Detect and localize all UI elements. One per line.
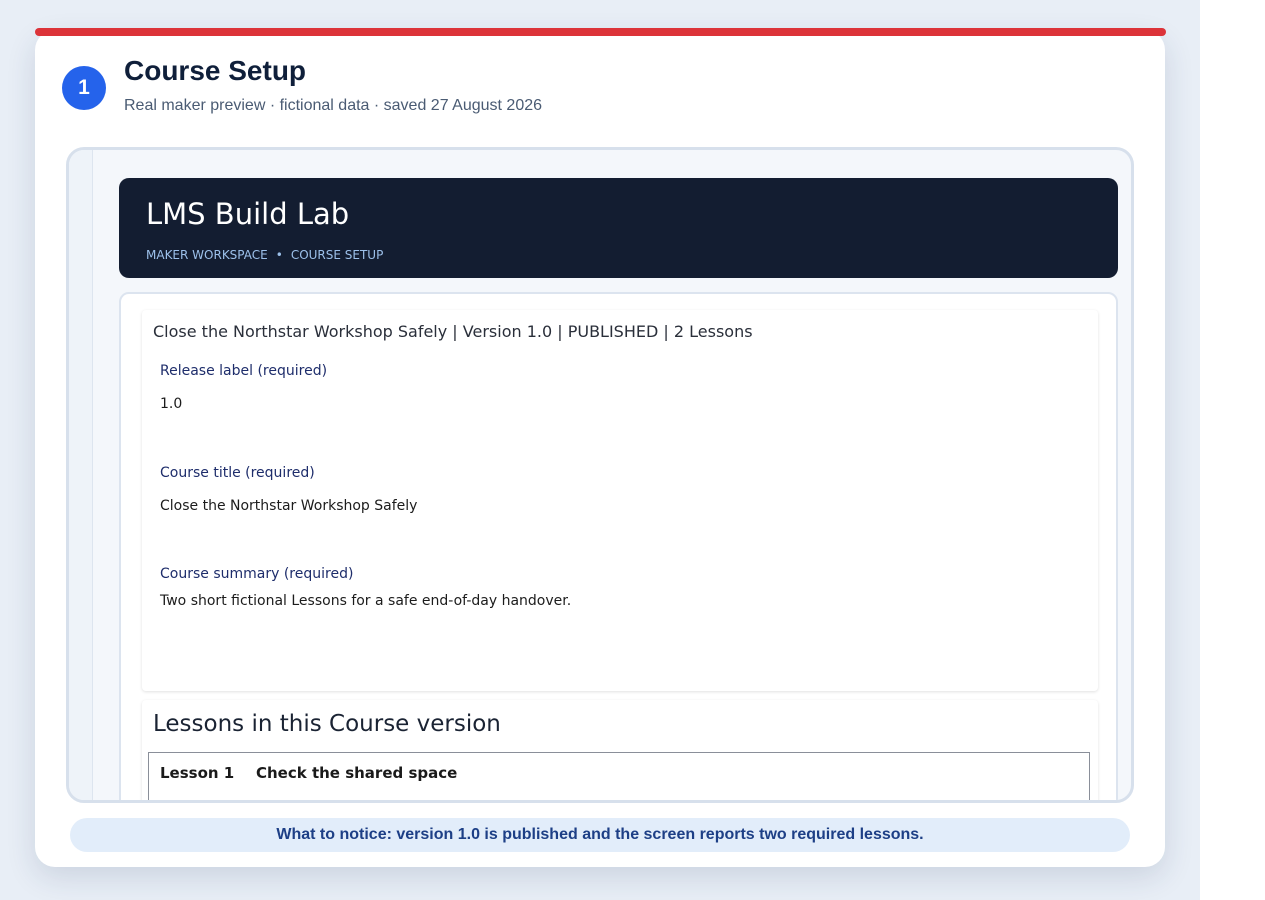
step-number-badge: 1 <box>62 66 106 110</box>
release-label-label: Release label (required) <box>160 363 328 379</box>
breadcrumb: MAKER WORKSPACE • COURSE SETUP <box>146 248 383 262</box>
course-form: Close the Northstar Workshop Safely | Ve… <box>142 310 1098 691</box>
content-panel: Close the Northstar Workshop Safely | Ve… <box>119 292 1118 800</box>
course-summary-label: Course summary (required) <box>160 566 354 582</box>
preview-frame[interactable]: LMS Build Lab MAKER WORKSPACE • COURSE S… <box>66 147 1134 803</box>
accent-bar <box>35 28 1166 36</box>
preview-gutter <box>69 150 93 800</box>
lessons-section: Lessons in this Course version Lesson 1 … <box>142 700 1098 800</box>
lessons-heading: Lessons in this Course version <box>153 711 501 737</box>
table-row[interactable]: Lesson 1 Check the shared space <box>149 753 1089 793</box>
app-title: LMS Build Lab <box>146 197 350 231</box>
breadcrumb-separator: • <box>275 248 283 262</box>
course-title-field[interactable]: Close the Northstar Workshop Safely <box>160 498 417 514</box>
step-subtitle: Real maker preview · fictional data · sa… <box>124 97 543 114</box>
breadcrumb-course-setup: COURSE SETUP <box>290 248 384 262</box>
notice-banner: What to notice: version 1.0 is published… <box>70 818 1130 852</box>
course-summary-line: Close the Northstar Workshop Safely | Ve… <box>153 322 753 341</box>
step-title: Course Setup <box>124 55 307 86</box>
lessons-table: Lesson 1 Check the shared space <box>148 752 1090 800</box>
course-title-label: Course title (required) <box>160 465 315 481</box>
app-header: LMS Build Lab MAKER WORKSPACE • COURSE S… <box>119 178 1118 278</box>
course-summary-field[interactable]: Two short fictional Lessons for a safe e… <box>160 593 571 609</box>
release-label-field[interactable]: 1.0 <box>160 396 182 412</box>
breadcrumb-workspace[interactable]: MAKER WORKSPACE <box>146 248 268 262</box>
lesson-name: Check the shared space <box>256 764 458 782</box>
lesson-number: Lesson 1 <box>160 764 235 782</box>
